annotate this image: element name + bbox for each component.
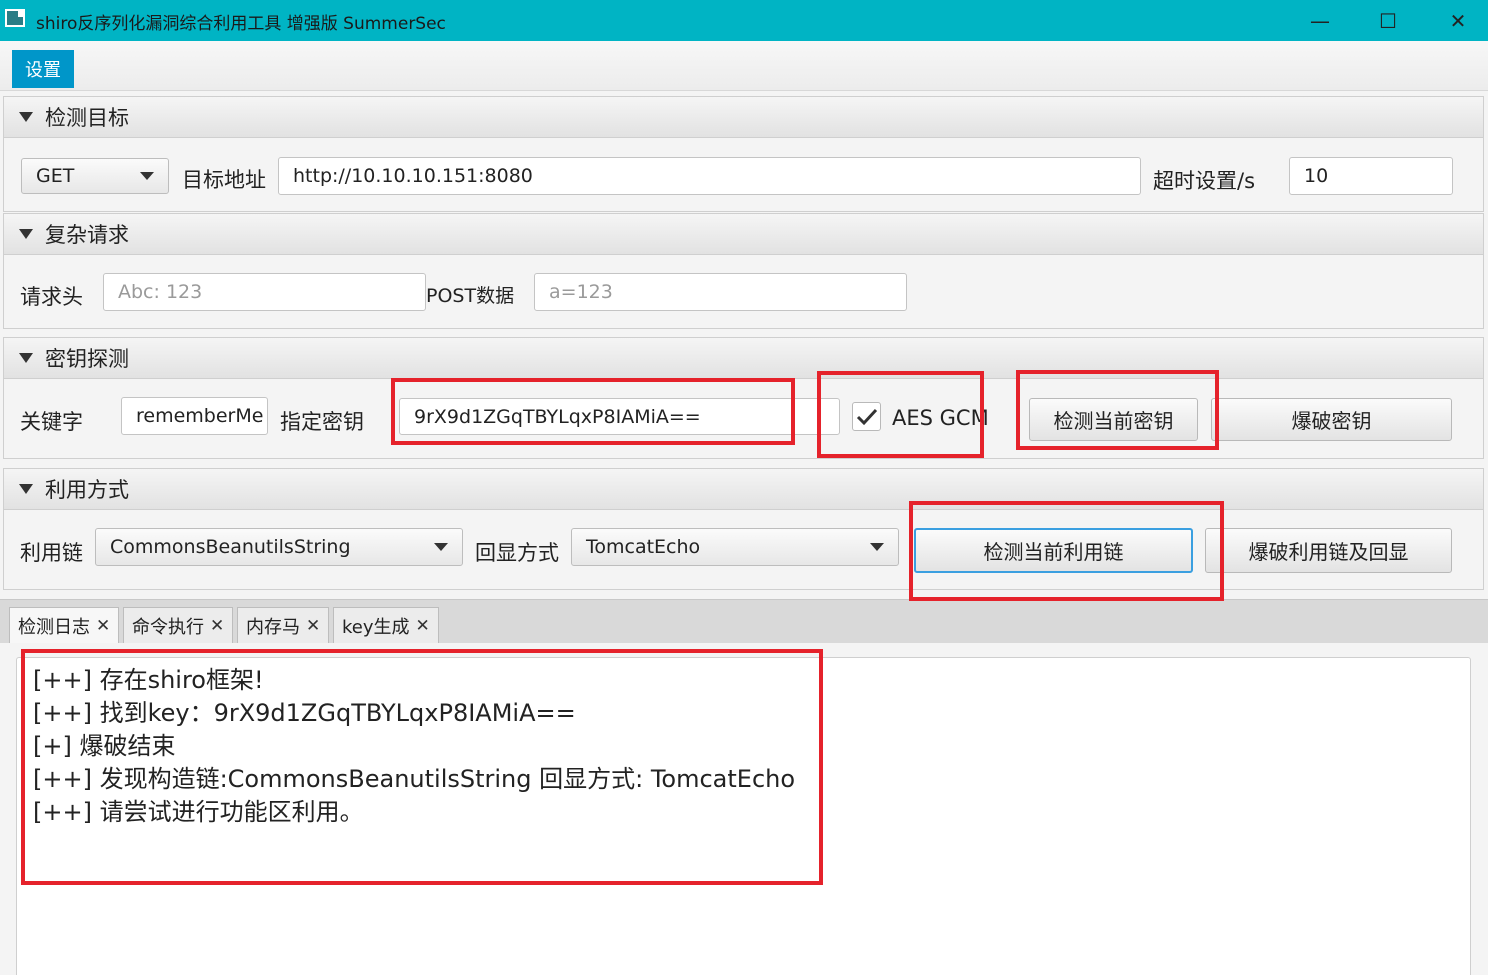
complex-request-panel: 复杂请求 请求头 Abc: 123 POST数据 a=123 xyxy=(3,213,1484,329)
header-label: 请求头 xyxy=(20,285,83,309)
collapse-arrow-icon xyxy=(19,484,33,494)
tab-key-gen[interactable]: key生成 ✕ xyxy=(333,607,439,644)
close-icon[interactable]: ✕ xyxy=(96,616,110,636)
url-label: 目标地址 xyxy=(182,168,266,192)
title-bar: shiro反序列化漏洞综合利用工具 增强版 SummerSec — ☐ ✕ xyxy=(0,0,1488,41)
highlight-box-log xyxy=(21,649,823,885)
collapse-arrow-icon xyxy=(19,229,33,239)
echo-label: 回显方式 xyxy=(475,541,559,565)
chevron-down-icon xyxy=(870,543,884,551)
tab-label: 内存马 xyxy=(246,617,300,638)
complex-panel-header[interactable]: 复杂请求 xyxy=(4,214,1483,255)
tab-label: 检测日志 xyxy=(18,617,90,638)
chain-select[interactable]: CommonsBeanutilsString xyxy=(95,528,463,566)
highlight-box-key xyxy=(391,378,795,445)
keyword-input[interactable]: rememberMe xyxy=(121,397,268,435)
tab-label: key生成 xyxy=(342,617,410,638)
close-icon[interactable]: ✕ xyxy=(210,616,224,636)
tab-memshell[interactable]: 内存马 ✕ xyxy=(237,607,330,644)
minimize-button[interactable]: — xyxy=(1290,0,1350,41)
tab-detect-log[interactable]: 检测日志 ✕ xyxy=(9,607,120,644)
tab-label: 命令执行 xyxy=(132,617,204,638)
maximize-button[interactable]: ☐ xyxy=(1358,0,1418,41)
app-icon xyxy=(5,9,25,27)
post-data-input[interactable]: a=123 xyxy=(534,273,907,311)
menu-settings[interactable]: 设置 xyxy=(12,50,74,88)
key-panel-header[interactable]: 密钥探测 xyxy=(4,338,1483,379)
close-icon[interactable]: ✕ xyxy=(416,616,430,636)
menu-bar: 设置 xyxy=(0,41,1488,91)
post-label: POST数据 xyxy=(426,285,515,307)
exploit-panel-header[interactable]: 利用方式 xyxy=(4,469,1483,510)
target-panel-title: 检测目标 xyxy=(45,106,129,130)
chevron-down-icon xyxy=(140,172,154,180)
window-title: shiro反序列化漏洞综合利用工具 增强版 SummerSec xyxy=(36,14,446,34)
collapse-arrow-icon xyxy=(19,353,33,363)
key-panel-title: 密钥探测 xyxy=(45,347,129,371)
chain-label: 利用链 xyxy=(20,541,83,565)
timeout-input[interactable]: 10 xyxy=(1289,157,1453,195)
close-icon[interactable]: ✕ xyxy=(306,616,320,636)
brute-chain-button[interactable]: 爆破利用链及回显 xyxy=(1205,528,1452,573)
collapse-arrow-icon xyxy=(19,112,33,122)
exploit-panel-title: 利用方式 xyxy=(45,478,129,502)
keyword-label: 关键字 xyxy=(20,410,83,434)
chevron-down-icon xyxy=(434,543,448,551)
echo-select[interactable]: TomcatEcho xyxy=(571,528,899,566)
chain-value: CommonsBeanutilsString xyxy=(110,536,351,558)
method-value: GET xyxy=(36,165,75,187)
method-select[interactable]: GET xyxy=(21,158,169,194)
target-panel: 检测目标 GET 目标地址 http://10.10.10.151:8080 超… xyxy=(3,96,1484,212)
url-input[interactable]: http://10.10.10.151:8080 xyxy=(278,157,1141,195)
echo-value: TomcatEcho xyxy=(586,536,701,558)
close-button[interactable]: ✕ xyxy=(1428,0,1488,41)
brute-key-button[interactable]: 爆破密钥 xyxy=(1211,398,1452,441)
complex-panel-title: 复杂请求 xyxy=(45,223,129,247)
tab-bar: 检测日志 ✕ 命令执行 ✕ 内存马 ✕ key生成 ✕ xyxy=(0,599,1488,644)
target-panel-header[interactable]: 检测目标 xyxy=(4,97,1483,138)
header-input[interactable]: Abc: 123 xyxy=(103,273,426,311)
highlight-box-detect-key xyxy=(1016,370,1219,450)
key-label: 指定密钥 xyxy=(280,410,364,434)
timeout-label: 超时设置/s xyxy=(1153,169,1256,193)
exploit-panel: 利用方式 利用链 CommonsBeanutilsString 回显方式 Tom… xyxy=(3,468,1484,590)
tab-command-exec[interactable]: 命令执行 ✕ xyxy=(123,607,234,644)
highlight-box-detect-chain xyxy=(909,501,1224,601)
highlight-box-aes xyxy=(817,371,984,458)
